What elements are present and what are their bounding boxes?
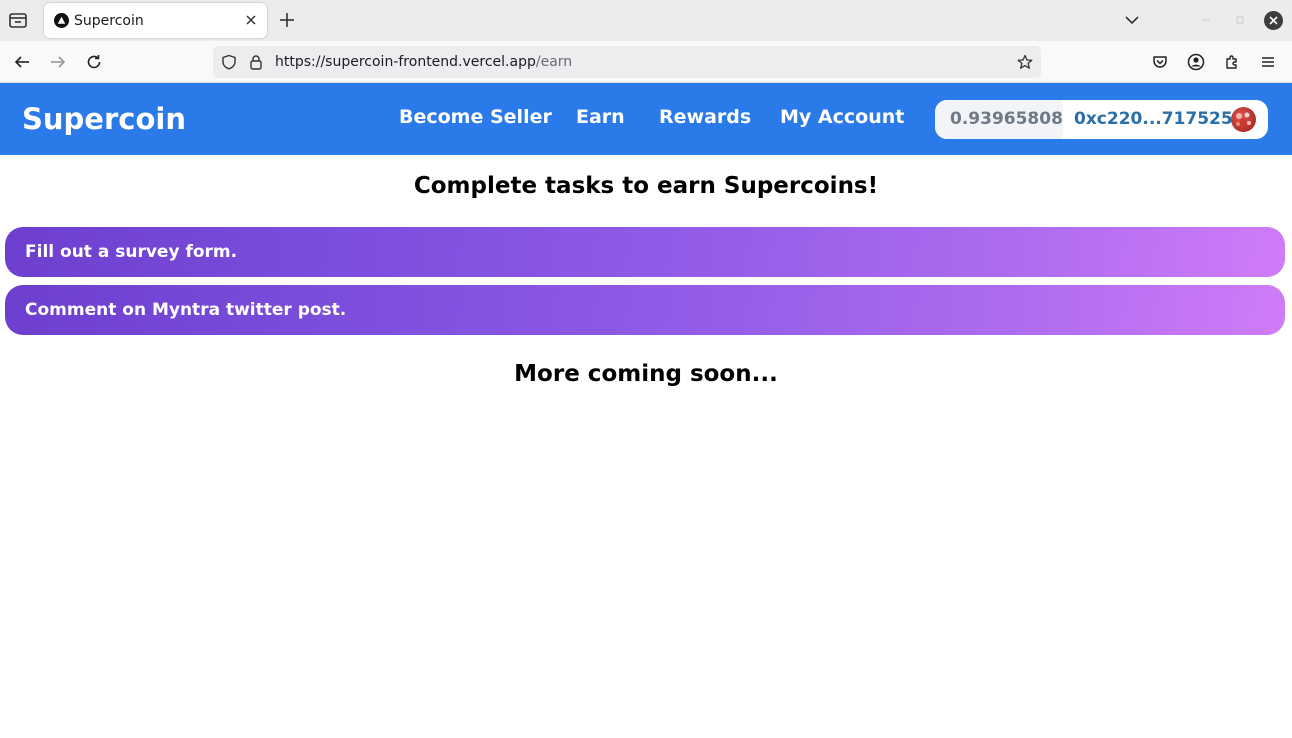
pocket-icon[interactable] xyxy=(1151,53,1169,71)
chevron-down-icon[interactable] xyxy=(1124,12,1140,28)
maximize-icon[interactable] xyxy=(1232,12,1248,28)
task-survey-form[interactable]: Fill out a survey form. xyxy=(5,227,1285,277)
new-tab-plus-icon[interactable] xyxy=(278,11,296,29)
close-icon xyxy=(1269,16,1278,25)
more-coming-soon: More coming soon... xyxy=(514,361,778,387)
url-host: https://supercoin-frontend.vercel.app xyxy=(275,54,536,70)
site-header: Supercoin Become Seller Earn Rewards My … xyxy=(0,83,1292,155)
minimize-icon[interactable] xyxy=(1198,12,1214,28)
brand-logo[interactable]: Supercoin xyxy=(22,102,186,136)
hamburger-menu-icon[interactable] xyxy=(1259,53,1277,71)
vercel-favicon-icon xyxy=(54,13,69,28)
lock-icon[interactable] xyxy=(249,54,263,70)
task-label: Comment on Myntra twitter post. xyxy=(25,300,347,320)
wallet-address: 0xc220...717525 xyxy=(1074,109,1233,129)
shield-icon[interactable] xyxy=(221,54,237,70)
tab-title: Supercoin xyxy=(74,13,144,29)
account-icon[interactable] xyxy=(1187,53,1205,71)
nav-rewards[interactable]: Rewards xyxy=(659,106,751,128)
url-text[interactable]: https://supercoin-frontend.vercel.app/ea… xyxy=(275,54,572,70)
url-bar[interactable]: https://supercoin-frontend.vercel.app/ea… xyxy=(213,46,1041,78)
bookmark-star-icon[interactable] xyxy=(1017,54,1033,70)
balance-value: 0.93965808 xyxy=(950,109,1063,129)
browser-tab[interactable]: Supercoin xyxy=(44,3,267,38)
reload-icon[interactable] xyxy=(85,53,103,71)
extensions-icon[interactable] xyxy=(1223,53,1241,71)
back-arrow-icon[interactable] xyxy=(13,53,31,71)
tab-list-icon[interactable] xyxy=(8,10,28,30)
wallet-balance: 0.93965808 xyxy=(935,100,1063,139)
page-title: Complete tasks to earn Supercoins! xyxy=(413,173,879,199)
browser-nav-bar: https://supercoin-frontend.vercel.app/ea… xyxy=(0,41,1292,83)
tab-close-icon[interactable] xyxy=(243,12,259,28)
nav-become-seller[interactable]: Become Seller xyxy=(399,106,552,128)
forward-arrow-icon[interactable] xyxy=(49,53,67,71)
wallet-button[interactable]: 0.93965808 0xc220...717525 xyxy=(935,100,1268,139)
nav-my-account[interactable]: My Account xyxy=(780,106,904,128)
browser-tab-bar: Supercoin xyxy=(0,0,1292,41)
url-path: /earn xyxy=(535,54,573,70)
task-twitter-comment[interactable]: Comment on Myntra twitter post. xyxy=(5,285,1285,335)
avatar xyxy=(1231,107,1256,132)
window-close-button[interactable] xyxy=(1264,11,1283,30)
nav-earn[interactable]: Earn xyxy=(576,106,625,128)
task-label: Fill out a survey form. xyxy=(25,242,238,262)
